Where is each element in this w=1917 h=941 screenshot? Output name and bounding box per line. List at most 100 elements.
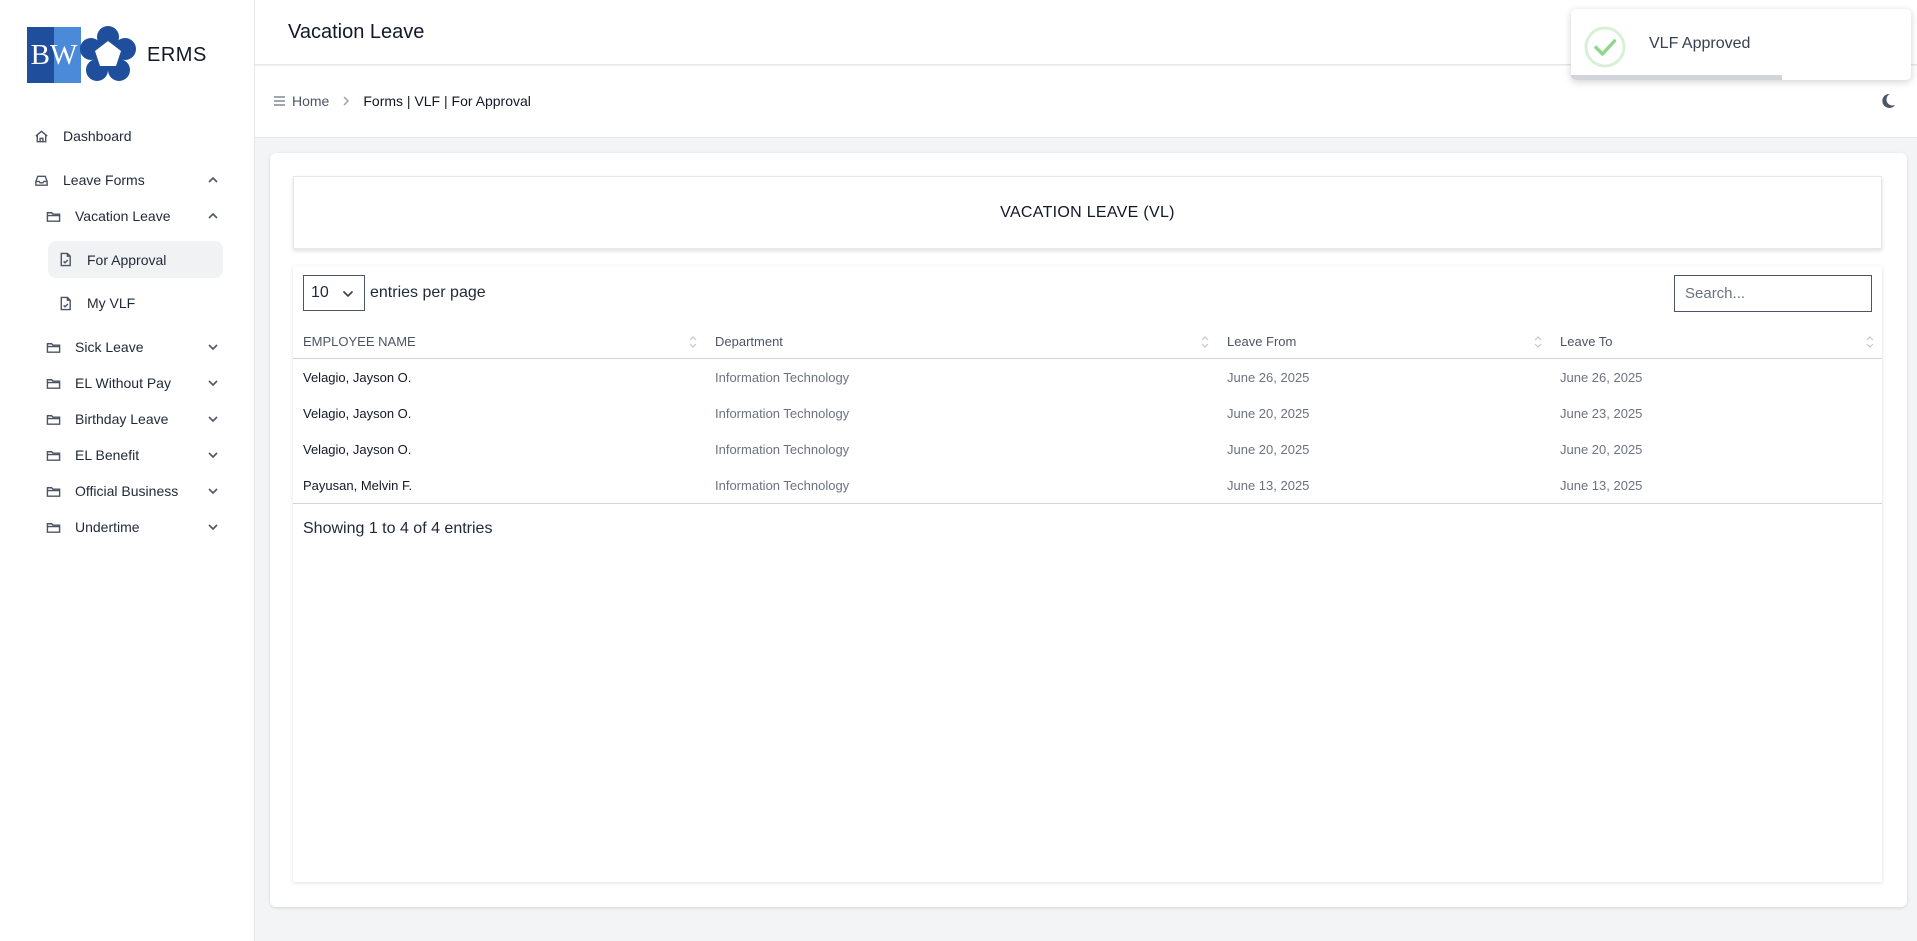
column-header-label: Leave From bbox=[1227, 333, 1297, 349]
toast-notification[interactable]: VLF Approved bbox=[1571, 9, 1911, 80]
section-title-text: VACATION LEAVE (VL) bbox=[1000, 203, 1175, 221]
search-input[interactable] bbox=[1674, 275, 1872, 312]
toast-message: VLF Approved bbox=[1649, 35, 1751, 52]
dark-mode-moon-icon[interactable] bbox=[1879, 92, 1897, 110]
chevron-down-icon bbox=[342, 290, 354, 298]
entries-per-page: 10 entries per page bbox=[303, 275, 486, 311]
data-table: EMPLOYEE NAME Department Leave From Leav… bbox=[293, 324, 1882, 504]
per-page-label: entries per page bbox=[370, 284, 486, 301]
cell-leave-from: June 26, 2025 bbox=[1227, 369, 1310, 385]
folder-icon bbox=[46, 378, 61, 389]
table-info: Showing 1 to 4 of 4 entries bbox=[303, 520, 493, 537]
cell-leave-from: June 13, 2025 bbox=[1217, 467, 1550, 504]
sidebar-item-label: EL Benefit bbox=[75, 447, 140, 463]
sidebar-item-label: Official Business bbox=[75, 483, 179, 499]
chevron-right-icon bbox=[343, 96, 350, 106]
sidebar-item-label: Undertime bbox=[75, 519, 140, 535]
toast-progress-bar bbox=[1571, 75, 1782, 80]
sort-icon bbox=[689, 336, 697, 348]
sort-icon bbox=[1534, 336, 1542, 348]
menu-icon[interactable] bbox=[273, 95, 286, 107]
chevron-down-icon bbox=[208, 344, 218, 351]
cell-employee-name: Velagio, Jayson O. bbox=[303, 405, 412, 421]
cell-leave-to: June 20, 2025 bbox=[1560, 441, 1643, 457]
sidebar-item-official-business[interactable]: Official Business bbox=[46, 480, 219, 502]
document-icon bbox=[60, 296, 71, 310]
page-title: Vacation Leave bbox=[288, 21, 425, 43]
cell-employee-name: Payusan, Melvin F. bbox=[293, 467, 705, 504]
table-card: 10 entries per page EMPLOYEE NAME Depart… bbox=[293, 266, 1882, 882]
section-title: VACATION LEAVE (VL) bbox=[293, 176, 1882, 249]
cell-department: Information Technology bbox=[715, 405, 850, 421]
column-header-leave-from[interactable]: Leave From bbox=[1217, 324, 1550, 359]
chevron-down-icon bbox=[208, 452, 218, 459]
folder-icon bbox=[46, 211, 61, 222]
chevron-down-icon bbox=[208, 524, 218, 531]
table-row[interactable]: Velagio, Jayson O. Information Technolog… bbox=[293, 395, 1882, 431]
table-row[interactable]: Velagio, Jayson O. Information Technolog… bbox=[293, 431, 1882, 467]
app-name: ERMS bbox=[147, 43, 207, 66]
column-header-label: Department bbox=[715, 333, 783, 349]
sidebar-item-label: Sick Leave bbox=[75, 339, 144, 355]
sidebar-item-birthday-leave[interactable]: Birthday Leave bbox=[46, 408, 219, 430]
sidebar-item-label: For Approval bbox=[87, 251, 167, 268]
breadcrumb: Home Forms | VLF | For Approval bbox=[273, 93, 531, 109]
sidebar-item-label: Dashboard bbox=[63, 128, 132, 144]
sidebar-item-leave-forms[interactable]: Leave Forms bbox=[34, 169, 219, 191]
sidebar-item-el-without-pay[interactable]: EL Without Pay bbox=[46, 372, 219, 394]
cell-department: Information Technology bbox=[715, 369, 850, 385]
sort-icon bbox=[1866, 336, 1874, 348]
sidebar-item-my-vlf[interactable]: My VLF bbox=[58, 292, 218, 314]
sidebar-item-dashboard[interactable]: Dashboard bbox=[34, 125, 229, 147]
flower-logo-icon bbox=[80, 26, 136, 81]
table-header-row: EMPLOYEE NAME Department Leave From Leav… bbox=[293, 324, 1882, 359]
sidebar-item-sick-leave[interactable]: Sick Leave bbox=[46, 336, 219, 358]
breadcrumb-current: Forms | VLF | For Approval bbox=[363, 93, 531, 109]
per-page-value: 10 bbox=[311, 284, 329, 301]
folder-icon bbox=[46, 450, 61, 461]
column-header-department[interactable]: Department bbox=[705, 324, 1217, 359]
folder-icon bbox=[46, 414, 61, 425]
sidebar: BW ERMS Dashboard Leave Forms Vacation L… bbox=[0, 0, 255, 941]
sidebar-item-for-approval[interactable]: For Approval bbox=[48, 241, 223, 278]
breadcrumb-home[interactable]: Home bbox=[292, 93, 329, 109]
per-page-select[interactable]: 10 bbox=[303, 275, 365, 311]
sidebar-item-undertime[interactable]: Undertime bbox=[46, 516, 219, 538]
folder-icon bbox=[46, 522, 61, 533]
sidebar-item-label: My VLF bbox=[87, 295, 136, 311]
table-row[interactable]: Velagio, Jayson O. Information Technolog… bbox=[293, 359, 1882, 396]
folder-icon bbox=[46, 342, 61, 353]
chevron-up-icon bbox=[208, 212, 218, 219]
cell-department: Information Technology bbox=[705, 467, 1217, 504]
document-icon bbox=[60, 252, 71, 267]
check-circle-icon bbox=[1584, 26, 1626, 68]
chevron-down-icon bbox=[208, 488, 218, 495]
column-header-employee-name[interactable]: EMPLOYEE NAME bbox=[293, 324, 705, 359]
chevron-up-icon bbox=[208, 176, 218, 183]
column-header-leave-to[interactable]: Leave To bbox=[1550, 324, 1882, 359]
sidebar-item-vacation-leave[interactable]: Vacation Leave bbox=[46, 205, 219, 227]
sidebar-item-label: Vacation Leave bbox=[75, 208, 171, 224]
folder-icon bbox=[46, 486, 61, 497]
cell-department: Information Technology bbox=[715, 441, 850, 457]
column-header-label: EMPLOYEE NAME bbox=[303, 333, 416, 349]
sidebar-item-el-benefit[interactable]: EL Benefit bbox=[46, 444, 219, 466]
cell-employee-name: Velagio, Jayson O. bbox=[303, 369, 412, 385]
sidebar-item-label: EL Without Pay bbox=[75, 375, 171, 391]
table-row[interactable]: Payusan, Melvin F. Information Technolog… bbox=[293, 467, 1882, 504]
cell-leave-to: June 13, 2025 bbox=[1550, 467, 1882, 504]
column-header-label: Leave To bbox=[1560, 333, 1613, 349]
logo[interactable]: BW ERMS bbox=[27, 26, 207, 84]
sort-icon bbox=[1201, 336, 1209, 348]
cell-leave-from: June 20, 2025 bbox=[1227, 405, 1310, 421]
sidebar-item-label: Leave Forms bbox=[63, 172, 145, 188]
tray-icon bbox=[35, 175, 48, 186]
chevron-down-icon bbox=[208, 380, 218, 387]
chevron-down-icon bbox=[208, 416, 218, 423]
cell-leave-to: June 26, 2025 bbox=[1560, 369, 1643, 385]
cell-employee-name: Velagio, Jayson O. bbox=[303, 441, 412, 457]
home-icon bbox=[35, 129, 48, 142]
sidebar-item-label: Birthday Leave bbox=[75, 411, 169, 427]
cell-leave-to: June 23, 2025 bbox=[1560, 405, 1643, 421]
logo-mark: BW bbox=[27, 27, 81, 83]
